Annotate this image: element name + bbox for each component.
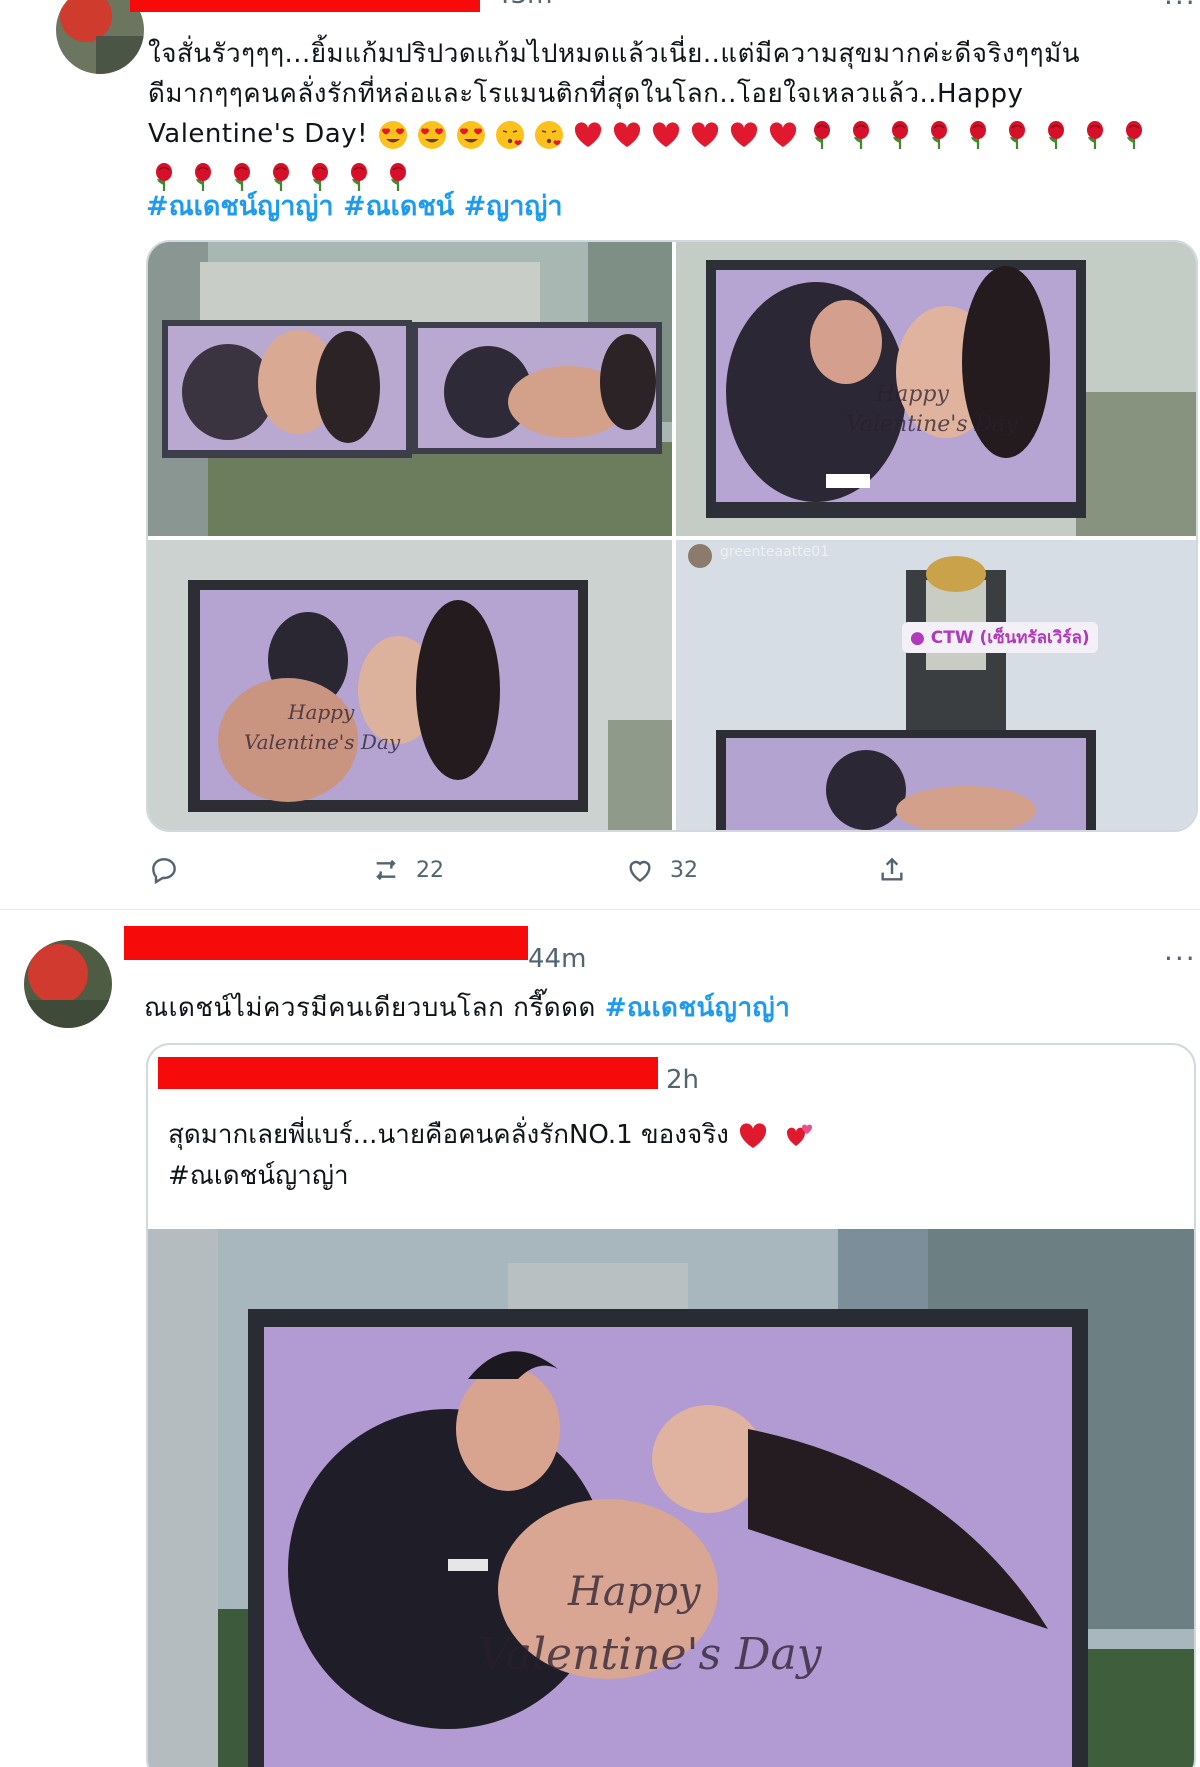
hashtag-link[interactable]: #ญาญ่า bbox=[464, 191, 563, 222]
rose-icon bbox=[1008, 121, 1025, 149]
billboard-caption: Valentine's Day bbox=[478, 1629, 822, 1680]
rose-icon bbox=[1086, 121, 1103, 149]
heart-icon bbox=[629, 860, 651, 883]
emoji-row bbox=[377, 115, 1157, 155]
quote-text: สุดมากเลยพี่แบร์...นายคือคนคลั่งรักNO.1 … bbox=[168, 1115, 823, 1196]
photo-billboard-closeup[interactable]: Happy Valentine's Day bbox=[676, 242, 1196, 536]
red-heart-icon bbox=[740, 1123, 767, 1148]
reply-button[interactable] bbox=[148, 850, 180, 890]
redacted-username bbox=[158, 1057, 658, 1089]
text-line-end: Valentine's Day! bbox=[148, 119, 369, 149]
photo-billboard[interactable]: Happy Valentine's Day bbox=[148, 1229, 1194, 1767]
photo-billboard-embrace[interactable]: Happy Valentine's Day bbox=[148, 540, 672, 830]
billboard-caption: Happy bbox=[288, 700, 355, 724]
like-count: 32 bbox=[670, 857, 698, 883]
location-pin-icon: ● bbox=[910, 628, 925, 648]
quote-hashtag[interactable]: #ณเดชน์ญาญ่า bbox=[168, 1156, 823, 1196]
kiss-emoji-icon bbox=[534, 121, 563, 149]
media-grid[interactable]: Happy Valentine's Day Happy Valentine's … bbox=[146, 240, 1198, 832]
text-line: ใจสั่นรัวๆๆๆ...ยิ้มแก้มปริปวดแก้มไปหมดแล… bbox=[148, 39, 1081, 69]
kiss-emoji-icon bbox=[495, 121, 524, 149]
share-button[interactable] bbox=[876, 850, 908, 890]
quote-line: สุดมากเลยพี่แบร์...นายคือคนคลั่งรักNO.1 … bbox=[168, 1115, 823, 1156]
billboard-caption: Valentine's Day bbox=[244, 730, 401, 754]
billboard-caption: Happy bbox=[568, 1569, 701, 1615]
red-heart-icon bbox=[691, 122, 718, 147]
retweet-button[interactable]: 22 bbox=[370, 850, 444, 890]
quoted-tweet[interactable]: 2h สุดมากเลยพี่แบร์...นายคือคนคลั่งรักNO… bbox=[146, 1043, 1196, 1767]
emoji-row bbox=[737, 1116, 823, 1156]
tweet-body: ณเดชน์ไม่ควรมีคนเดียวบนโลก กรี๊ดดด bbox=[144, 993, 596, 1023]
text-line: ดีมากๆๆคนคลั่งรักที่หล่อและโรแมนติกที่สุ… bbox=[148, 79, 1024, 109]
reply-icon bbox=[152, 858, 176, 885]
photo-two-billboards[interactable] bbox=[148, 242, 672, 536]
rose-icon bbox=[852, 121, 869, 149]
hashtag-link[interactable]: #ณเดชน์ญาญ่า bbox=[146, 191, 334, 222]
billboard-caption: Happy bbox=[876, 382, 949, 407]
story-username: greenteaatte01 bbox=[720, 544, 830, 560]
red-heart-icon bbox=[730, 122, 757, 147]
heart-eyes-emoji-icon bbox=[378, 121, 407, 149]
share-icon bbox=[881, 857, 903, 881]
rose-icon bbox=[1047, 121, 1064, 149]
red-heart-icon bbox=[652, 122, 679, 147]
red-heart-icon bbox=[613, 122, 640, 147]
tweet-actions: 22 32 bbox=[148, 850, 1048, 890]
retweet-icon bbox=[376, 859, 396, 881]
hashtag-link[interactable]: #ณเดชน์ญาญ่า bbox=[605, 993, 791, 1023]
rose-icon bbox=[930, 121, 947, 149]
two-hearts-icon bbox=[787, 1124, 813, 1146]
heart-eyes-emoji-icon bbox=[417, 121, 446, 149]
tweet-text: ณเดชน์ไม่ควรมีคนเดียวบนโลก กรี๊ดดด #ณเดช… bbox=[144, 988, 1184, 1028]
heart-eyes-emoji-icon bbox=[456, 121, 485, 149]
rose-icon bbox=[969, 121, 986, 149]
redacted-username bbox=[130, 0, 480, 12]
like-button[interactable]: 32 bbox=[624, 850, 698, 890]
more-options-icon[interactable]: ··· bbox=[1164, 942, 1197, 975]
rose-icon bbox=[1125, 121, 1142, 149]
story-location-sticker: ● CTW (เซ็นทรัลเวิร์ล) bbox=[902, 622, 1098, 653]
rose-icon bbox=[891, 121, 908, 149]
quote-time: 2h bbox=[666, 1065, 700, 1095]
tweet-1[interactable]: 43m ··· ใจสั่นรัวๆๆๆ...ยิ้มแก้มปริปวดแก้… bbox=[0, 0, 1200, 910]
retweet-count: 22 bbox=[416, 857, 444, 883]
photo-story-screenshot[interactable]: greenteaatte01 ● CTW (เซ็นทรัลเวิร์ล) bbox=[676, 540, 1196, 830]
tweet-text: ใจสั่นรัวๆๆๆ...ยิ้มแก้มปริปวดแก้มไปหมดแล… bbox=[148, 34, 1168, 197]
red-heart-icon bbox=[769, 122, 796, 147]
more-options-icon[interactable]: ··· bbox=[1164, 0, 1197, 19]
redacted-username bbox=[124, 926, 528, 960]
hashtag-link[interactable]: #ณเดชน์ bbox=[343, 191, 454, 222]
tweet-time: 44m bbox=[528, 944, 587, 974]
tweet-time: 43m bbox=[494, 0, 552, 10]
rose-icon bbox=[813, 121, 830, 149]
text-line: Valentine's Day! bbox=[148, 114, 1168, 155]
avatar[interactable] bbox=[24, 940, 112, 1028]
quote-body: สุดมากเลยพี่แบร์...นายคือคนคลั่งรักNO.1 … bbox=[168, 1120, 729, 1150]
story-location-text: CTW (เซ็นทรัลเวิร์ล) bbox=[930, 628, 1090, 648]
tweet-2[interactable]: 44m ··· ณเดชน์ไม่ควรมีคนเดียวบนโลก กรี๊ด… bbox=[0, 910, 1200, 1767]
hashtag-row: #ณเดชน์ญาญ่า #ณเดชน์ #ญาญ่า bbox=[146, 184, 563, 227]
red-heart-icon bbox=[574, 122, 601, 147]
billboard-caption: Valentine's Day bbox=[846, 412, 1018, 437]
